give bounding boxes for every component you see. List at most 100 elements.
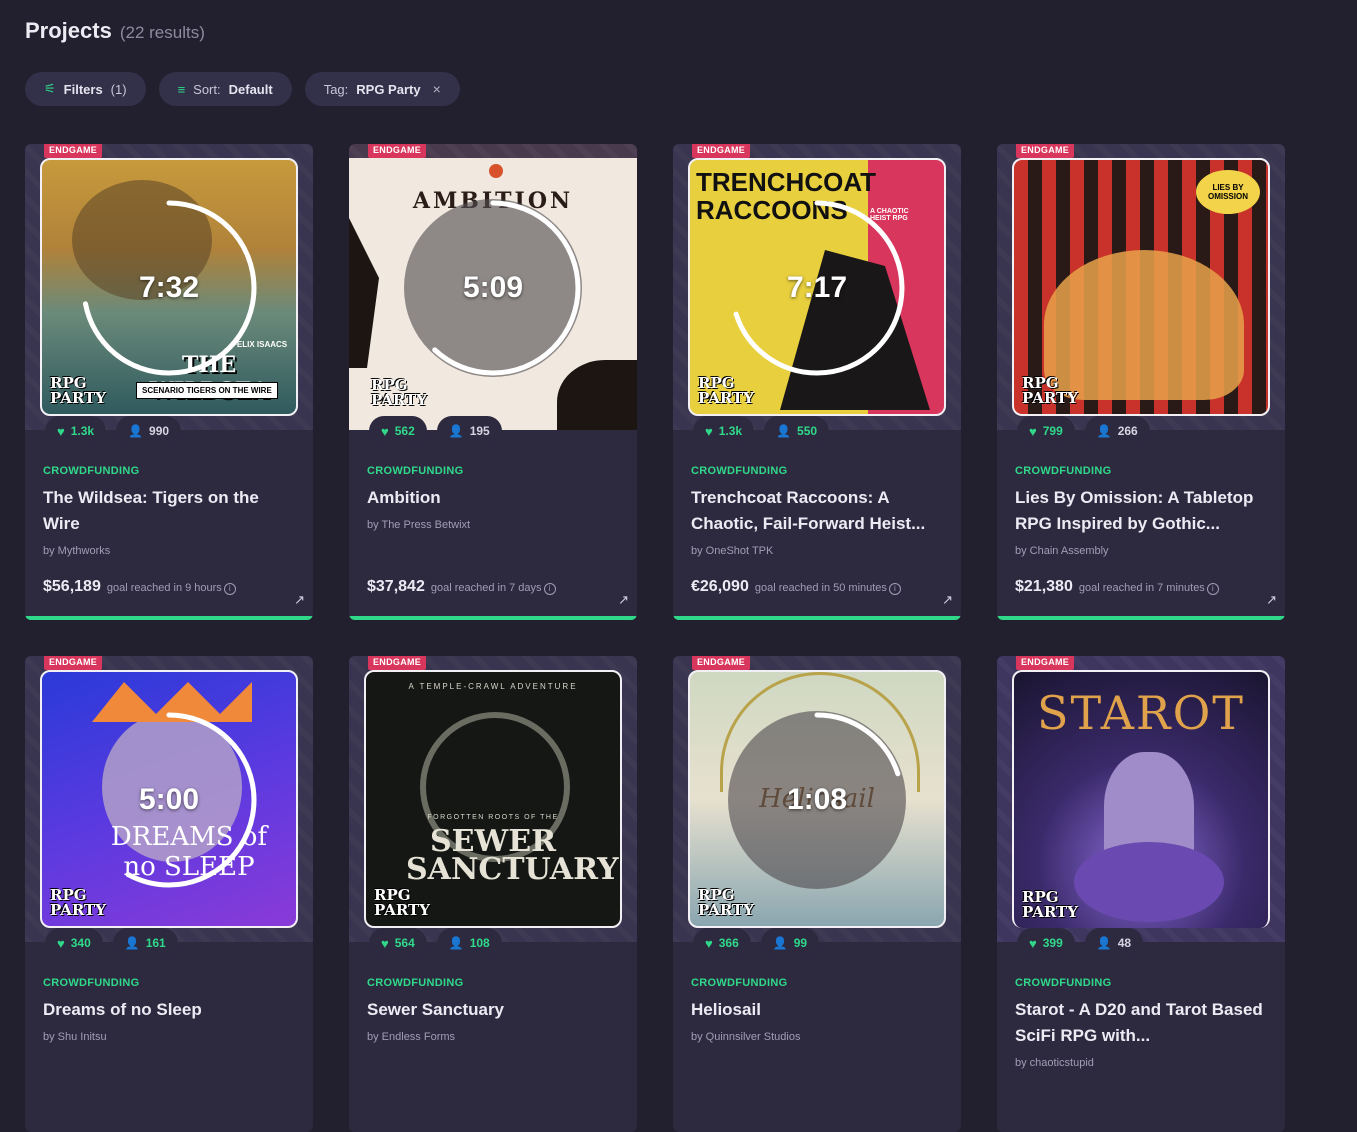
cover-subtitle: FORGOTTEN ROOTS OF THE bbox=[427, 814, 559, 821]
project-name[interactable]: Heliosail bbox=[691, 997, 941, 1023]
status-badge: ENDGAME bbox=[692, 144, 751, 158]
arrow-up-right-icon[interactable]: ↗ bbox=[1266, 592, 1277, 608]
page-title: Projects bbox=[25, 18, 112, 43]
countdown-timer: 7:17 bbox=[728, 199, 906, 377]
project-cover[interactable]: STAROT RPG PARTY bbox=[1012, 670, 1270, 928]
status-badge: ENDGAME bbox=[692, 656, 751, 670]
project-card[interactable]: ENDGAME A TEMPLE-CRAWL ADVENTURE FORGOTT… bbox=[349, 656, 637, 1132]
likes-value: 562 bbox=[394, 424, 415, 438]
project-creator[interactable]: by chaoticstupid bbox=[1015, 1057, 1094, 1069]
person-icon: 👤 bbox=[448, 424, 464, 438]
project-card[interactable]: ENDGAME LIES BY OMISSION RPG PARTY ♥ 799 … bbox=[997, 144, 1285, 620]
funding-info: $56,189 goal reached in 9 hours i bbox=[43, 578, 236, 596]
arrow-up-right-icon[interactable]: ↗ bbox=[294, 592, 305, 608]
card-stats: ♥ 340 👤 161 bbox=[45, 928, 178, 958]
cover-ink bbox=[349, 218, 379, 368]
project-name[interactable]: Lies By Omission: A Tabletop RPG Inspire… bbox=[1015, 485, 1265, 537]
likes-count[interactable]: ♥ 1.3k bbox=[693, 416, 755, 446]
backers-value: 550 bbox=[797, 424, 818, 438]
likes-value: 340 bbox=[70, 936, 91, 950]
project-creator[interactable]: by Chain Assembly bbox=[1015, 545, 1109, 557]
likes-value: 799 bbox=[1042, 424, 1063, 438]
card-stats: ♥ 1.3k 👤 550 bbox=[693, 416, 830, 446]
card-stats: ♥ 1.3k 👤 990 bbox=[45, 416, 182, 446]
project-name[interactable]: Trenchcoat Raccoons: A Chaotic, Fail-For… bbox=[691, 485, 941, 537]
countdown-timer: 1:08 bbox=[728, 711, 906, 889]
card-stats: ♥ 562 👤 195 bbox=[369, 416, 502, 446]
likes-count[interactable]: ♥ 799 bbox=[1017, 416, 1075, 446]
status-badge: ENDGAME bbox=[368, 144, 427, 158]
project-category: CROWDFUNDING bbox=[691, 977, 788, 989]
arrow-up-right-icon[interactable]: ↗ bbox=[618, 592, 629, 608]
likes-value: 1.3k bbox=[718, 424, 743, 438]
page-header: Projects (22 results) bbox=[25, 18, 205, 44]
goal-text: goal reached in 7 days bbox=[430, 582, 542, 594]
info-icon[interactable]: i bbox=[543, 583, 556, 595]
project-name[interactable]: Dreams of no Sleep bbox=[43, 997, 293, 1023]
rpg-party-logo: RPG PARTY bbox=[371, 376, 427, 409]
rpg-party-logo: RPG PARTY bbox=[698, 886, 754, 919]
rpg-party-logo: RPG PARTY bbox=[50, 374, 106, 407]
countdown-timer: 5:00 bbox=[80, 711, 258, 889]
project-cover[interactable]: A TEMPLE-CRAWL ADVENTURE FORGOTTEN ROOTS… bbox=[364, 670, 622, 928]
status-badge: ENDGAME bbox=[44, 144, 103, 158]
backers-value: 990 bbox=[149, 424, 170, 438]
rpg-party-logo: RPG PARTY bbox=[374, 886, 430, 919]
backers-value: 108 bbox=[469, 936, 490, 950]
project-card[interactable]: ENDGAME Heliosail RPG PARTY 1:08 ♥ 366 👤 9… bbox=[673, 656, 961, 1132]
project-card[interactable]: ENDGAME STAROT RPG PARTY ♥ 399 👤 48 CROWDF… bbox=[997, 656, 1285, 1132]
project-creator[interactable]: by The Press Betwixt bbox=[367, 519, 470, 531]
info-icon[interactable]: i bbox=[888, 583, 901, 595]
backers-value: 99 bbox=[793, 936, 808, 950]
project-category: CROWDFUNDING bbox=[43, 465, 140, 477]
likes-count[interactable]: ♥ 399 bbox=[1017, 928, 1075, 958]
info-icon[interactable]: i bbox=[1206, 583, 1219, 595]
status-badge: ENDGAME bbox=[44, 656, 103, 670]
close-icon[interactable]: × bbox=[433, 81, 441, 97]
project-category: CROWDFUNDING bbox=[691, 465, 788, 477]
project-name[interactable]: Starot - A D20 and Tarot Based SciFi RPG… bbox=[1015, 997, 1265, 1049]
sort-button[interactable]: ≡ Sort: Default bbox=[158, 72, 292, 106]
project-card[interactable]: ENDGAME FELIX ISAACS THE WILDSEA SCENARI… bbox=[25, 144, 313, 620]
amount-raised: $37,842 bbox=[367, 578, 425, 595]
backers-value: 161 bbox=[145, 936, 166, 950]
card-stats: ♥ 799 👤 266 bbox=[1017, 416, 1150, 446]
heart-icon: ♥ bbox=[57, 935, 65, 951]
project-name[interactable]: Sewer Sanctuary bbox=[367, 997, 617, 1023]
likes-count[interactable]: ♥ 340 bbox=[45, 928, 103, 958]
backers-count: 👤 550 bbox=[764, 416, 830, 446]
goal-text: goal reached in 50 minutes bbox=[754, 582, 887, 594]
project-name[interactable]: The Wildsea: Tigers on the Wire bbox=[43, 485, 293, 537]
backers-count: 👤 990 bbox=[116, 416, 182, 446]
project-card[interactable]: ENDGAME AMBITION RPG PARTY 5:09 ♥562 👤19… bbox=[349, 144, 637, 620]
likes-count[interactable]: ♥ 366 bbox=[693, 928, 751, 958]
amount-raised: $21,380 bbox=[1015, 578, 1073, 595]
backers-count: 👤 266 bbox=[1084, 416, 1150, 446]
funding-info: $21,380 goal reached in 7 minutes i bbox=[1015, 578, 1219, 596]
filters-button[interactable]: ⚟ Filters (1) bbox=[25, 72, 146, 106]
project-category: CROWDFUNDING bbox=[1015, 977, 1112, 989]
person-icon: 👤 bbox=[772, 936, 788, 950]
project-card[interactable]: ENDGAME DREAMS of no SLEEP RPG PARTY 5:0… bbox=[25, 656, 313, 1132]
project-creator[interactable]: by Shu Initsu bbox=[43, 1031, 107, 1043]
project-cover[interactable]: LIES BY OMISSION RPG PARTY bbox=[1012, 158, 1270, 416]
project-grid: ENDGAME FELIX ISAACS THE WILDSEA SCENARI… bbox=[25, 144, 1285, 1132]
sliders-icon: ⚟ bbox=[44, 81, 56, 96]
project-creator[interactable]: by OneShot TPK bbox=[691, 545, 773, 557]
likes-value: 366 bbox=[718, 936, 739, 950]
likes-count[interactable]: ♥ 564 bbox=[369, 928, 427, 958]
project-card[interactable]: ENDGAME TRENCHCOAT RACCOONS A CHAOTIC HE… bbox=[673, 144, 961, 620]
project-creator[interactable]: by Quinnsilver Studios bbox=[691, 1031, 800, 1043]
likes-count[interactable]: ♥ 562 bbox=[369, 416, 427, 446]
project-name[interactable]: Ambition bbox=[367, 485, 617, 511]
tag-filter-chip[interactable]: Tag: RPG Party × bbox=[304, 72, 460, 106]
results-count: (22 results) bbox=[119, 23, 205, 42]
arrow-up-right-icon[interactable]: ↗ bbox=[942, 592, 953, 608]
info-icon[interactable]: i bbox=[223, 583, 236, 595]
project-creator[interactable]: by Mythworks bbox=[43, 545, 110, 557]
cover-flowers bbox=[1044, 250, 1244, 400]
card-stats: ♥ 366 👤 99 bbox=[693, 928, 820, 958]
likes-count[interactable]: ♥ 1.3k bbox=[45, 416, 107, 446]
project-creator[interactable]: by Endless Forms bbox=[367, 1031, 455, 1043]
cover-tagline: A TEMPLE-CRAWL ADVENTURE bbox=[408, 682, 578, 691]
